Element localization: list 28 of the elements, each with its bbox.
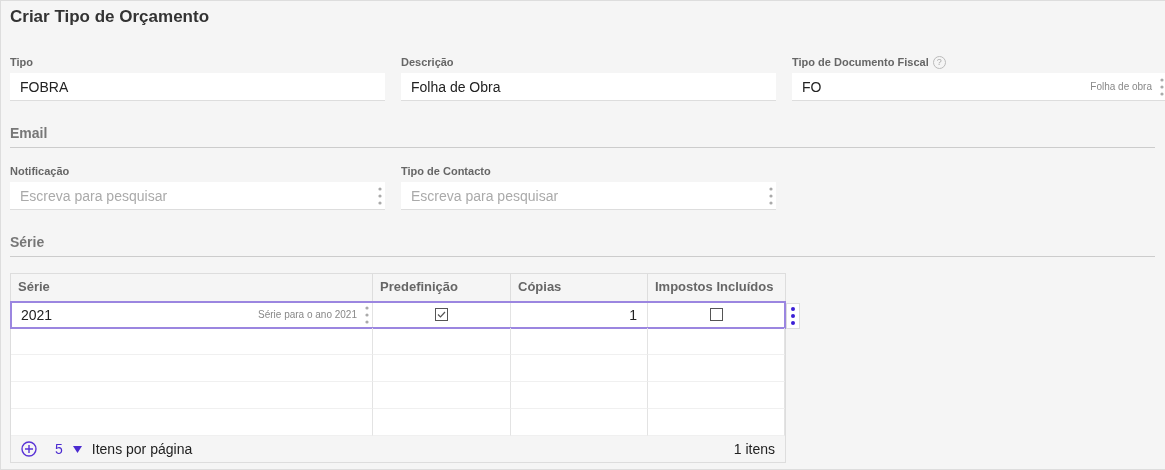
column-header[interactable]: Predefinição bbox=[373, 274, 511, 302]
checkbox[interactable] bbox=[435, 308, 448, 321]
column-header[interactable]: Cópias bbox=[511, 274, 648, 302]
cell-hint: Série para o ano 2021 bbox=[258, 309, 357, 320]
field-label: Tipo de Documento Fiscal bbox=[792, 56, 929, 68]
page-size-dropdown[interactable]: 5 bbox=[55, 441, 63, 457]
input-field[interactable]: FOBRA bbox=[10, 73, 385, 101]
section-heading: Série bbox=[10, 234, 1155, 257]
field-label: Descrição bbox=[401, 56, 454, 68]
add-icon[interactable] bbox=[21, 441, 37, 457]
page-title: Criar Tipo de Orçamento bbox=[10, 7, 210, 28]
checkbox[interactable] bbox=[709, 308, 723, 321]
section-heading: Email bbox=[10, 125, 1155, 148]
item-count: 1 itens bbox=[733, 441, 775, 457]
column-header[interactable]: Série bbox=[11, 274, 373, 302]
field-label: Tipo de Contacto bbox=[401, 165, 491, 177]
table-cell: 1 bbox=[629, 306, 637, 323]
input-field[interactable]: FO Folha de obra bbox=[792, 73, 1165, 101]
kebab-icon[interactable] bbox=[786, 303, 800, 329]
table-row[interactable]: 2021 Série para o ano 2021 1 bbox=[11, 302, 785, 328]
field-label: Tipo bbox=[10, 56, 33, 68]
input-field[interactable]: Folha de Obra bbox=[401, 73, 776, 101]
page-size-label: Itens por página bbox=[91, 441, 193, 457]
caret-icon[interactable] bbox=[72, 445, 82, 453]
field-label: Notificação bbox=[10, 165, 70, 177]
column-header[interactable]: Impostos Incluídos bbox=[648, 274, 785, 302]
field-hint: Folha de obra bbox=[1090, 81, 1152, 92]
table-cell-text: 2021 bbox=[21, 306, 54, 323]
